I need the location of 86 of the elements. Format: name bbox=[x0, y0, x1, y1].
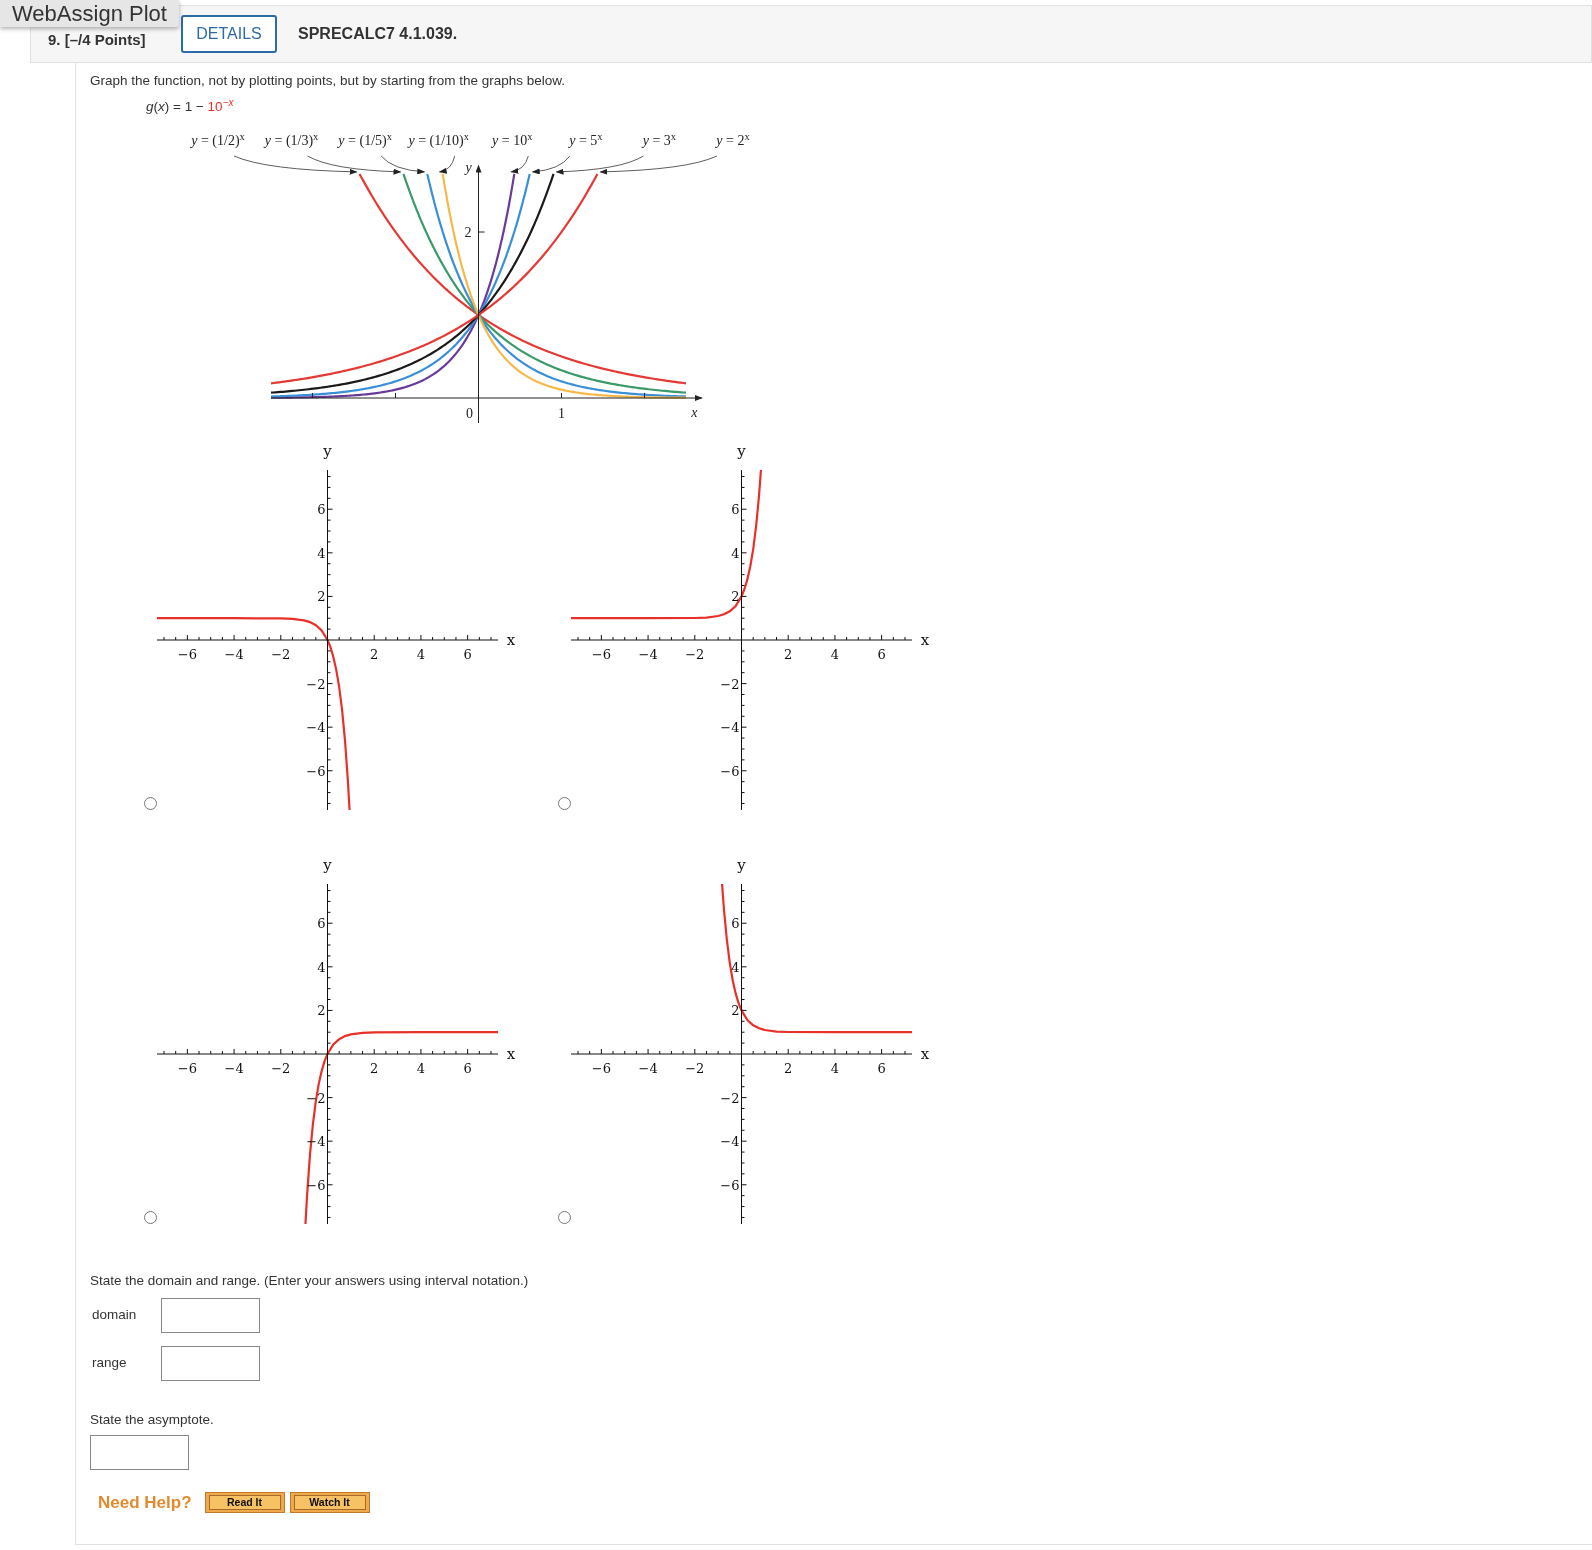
tick-label: 2 bbox=[731, 589, 740, 605]
curve-label: y = 3$^{x}$ bbox=[642, 130, 677, 150]
problem-id: SPRECALC7 4.1.039. bbox=[298, 24, 458, 44]
tick-label: −6 bbox=[177, 647, 197, 662]
curve-label: y = (1/10)$^{x}$ bbox=[408, 130, 469, 150]
tick-label: −6 bbox=[720, 1177, 740, 1193]
help-button[interactable]: Watch It bbox=[289, 1492, 370, 1514]
curve-label: y = 2$^{x}$ bbox=[716, 130, 750, 150]
tick-label: −2 bbox=[271, 647, 291, 662]
answer-input[interactable] bbox=[161, 1346, 260, 1381]
tick-label: 2 bbox=[370, 1061, 379, 1076]
axis-label: y bbox=[323, 856, 332, 874]
question-text: Graph the function, not by plotting points, but by starting from the graphs below. bbox=[90, 72, 567, 90]
tick-label: 4 bbox=[830, 647, 840, 662]
tick-label: −4 bbox=[224, 647, 244, 662]
tick-label: 0 bbox=[466, 406, 473, 421]
tick-label: −4 bbox=[224, 1061, 244, 1076]
tick-label: −4 bbox=[720, 1134, 740, 1150]
axis-label: x bbox=[691, 405, 698, 420]
axis-label: y bbox=[465, 159, 472, 175]
tick-label: 2 bbox=[370, 647, 379, 662]
tick-label: −6 bbox=[591, 1061, 611, 1076]
field-label: domain bbox=[91, 1306, 138, 1325]
field-label: range bbox=[91, 1354, 128, 1373]
radio-button[interactable] bbox=[558, 1211, 571, 1224]
need-help-label: Need Help? bbox=[98, 1492, 192, 1514]
tick-label: −2 bbox=[306, 676, 326, 692]
radio-button[interactable] bbox=[144, 797, 157, 810]
axis-label: x bbox=[920, 631, 930, 649]
tick-label: −2 bbox=[271, 1061, 291, 1076]
tick-label: 6 bbox=[877, 1061, 886, 1076]
tick-label: 2 bbox=[317, 1003, 326, 1019]
curve-label: y = (1/2)$^{x}$ bbox=[191, 130, 245, 150]
function-formula: g(x) = 1 − 10$^{−x}$ bbox=[146, 98, 235, 116]
tick-label: 4 bbox=[731, 959, 740, 975]
tick-label: 6 bbox=[731, 502, 740, 518]
tick-label: −4 bbox=[638, 647, 658, 662]
instruction-text: State the asymptote. bbox=[90, 1411, 215, 1429]
tick-label: 6 bbox=[317, 916, 326, 932]
instruction-text: State the domain and range. (Enter your answers using interval notation.) bbox=[90, 1272, 530, 1290]
tick-label: 2 bbox=[317, 589, 326, 605]
tick-label: −4 bbox=[720, 720, 740, 736]
axis-label: x bbox=[920, 1045, 930, 1063]
points-label: 9. [–/4 Points] bbox=[48, 31, 147, 49]
tick-label: −6 bbox=[591, 647, 611, 662]
tick-label: 4 bbox=[731, 545, 740, 561]
tick-label: 6 bbox=[463, 647, 472, 662]
tick-label: 2 bbox=[784, 647, 793, 662]
tick-label: 4 bbox=[830, 1061, 840, 1076]
details-button[interactable]: DETAILS bbox=[181, 15, 277, 53]
axis-label: x bbox=[506, 1045, 516, 1063]
tick-label: −6 bbox=[177, 1061, 197, 1076]
tick-label: 1 bbox=[558, 406, 565, 421]
asymptote-input[interactable] bbox=[90, 1435, 189, 1470]
tick-label: −4 bbox=[306, 720, 326, 736]
tick-label: −2 bbox=[685, 1061, 705, 1076]
curve-label: y = 10$^{x}$ bbox=[492, 130, 533, 150]
tick-label: 6 bbox=[317, 502, 326, 518]
tick-label: −6 bbox=[720, 763, 740, 779]
tick-label: 6 bbox=[731, 916, 740, 932]
radio-button[interactable] bbox=[558, 797, 571, 810]
tick-label: −2 bbox=[720, 1090, 740, 1106]
tick-label: 2 bbox=[784, 1061, 793, 1076]
curve-label: y = (1/3)$^{x}$ bbox=[264, 130, 319, 150]
tick-label: 2 bbox=[731, 1003, 740, 1019]
answer-input[interactable] bbox=[161, 1298, 260, 1333]
tick-label: 6 bbox=[877, 647, 886, 662]
help-button[interactable]: Read It bbox=[204, 1492, 285, 1514]
tick-label: 4 bbox=[416, 1061, 426, 1076]
axis-label: y bbox=[737, 856, 746, 874]
axis-label: y bbox=[323, 442, 332, 460]
tick-label: 4 bbox=[416, 647, 426, 662]
tick-label: −4 bbox=[638, 1061, 658, 1076]
tick-label: 6 bbox=[463, 1061, 472, 1076]
radio-button[interactable] bbox=[144, 1211, 157, 1224]
tick-label: 2 bbox=[464, 225, 472, 240]
curve-label: y = 5$^{x}$ bbox=[569, 130, 603, 150]
tick-label: −2 bbox=[685, 647, 705, 662]
curve-label: y = (1/5)$^{x}$ bbox=[338, 130, 392, 150]
axis-label: y bbox=[737, 442, 746, 460]
tick-label: −2 bbox=[720, 676, 740, 692]
tick-label: −6 bbox=[306, 763, 326, 779]
tooltip: WebAssign Plot bbox=[0, 0, 179, 27]
tick-label: 4 bbox=[317, 959, 326, 975]
axis-label: x bbox=[506, 631, 516, 649]
tick-label: 4 bbox=[317, 545, 326, 561]
